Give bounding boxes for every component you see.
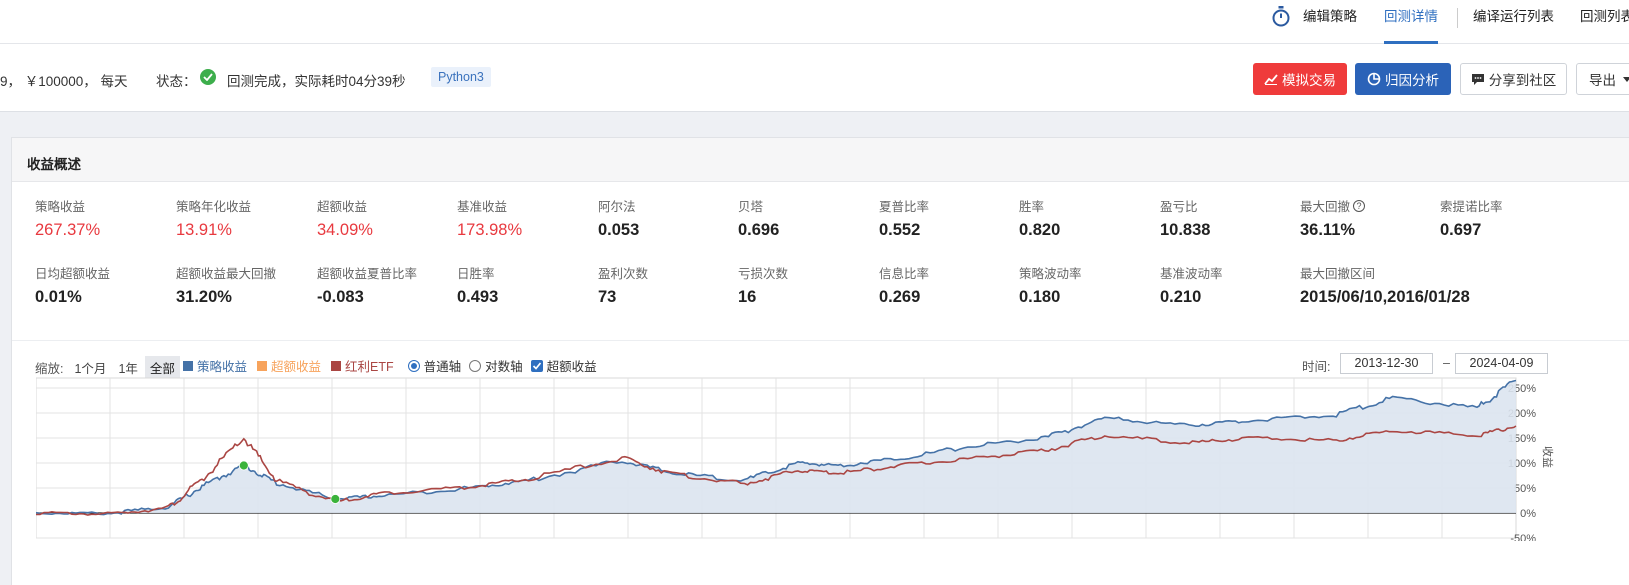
caret-down-icon [1623,76,1629,82]
tab-compile-run-list[interactable]: 编译运行列表 [1473,0,1554,44]
metric-profit-count: 盈利次数 73 [598,267,649,306]
trend-chart-icon [1264,74,1278,85]
metric-win-rate: 胜率 0.820 [1019,200,1061,239]
metric-sharpe: 夏普比率 0.552 [879,200,930,239]
status-label: 状态： [156,74,197,89]
status-text: 回测完成，实际耗时04分39秒 [227,74,406,89]
date-range-dash: – [1443,356,1450,370]
return-chart: 250%200%150%100%50%0%-50%收益 [36,377,1555,541]
panel-title: 收益概述 [27,157,81,172]
axis-log-radio[interactable]: 对数轴 [469,356,523,375]
metric-sortino: 索提诺比率 0.697 [1440,200,1503,239]
metric-strategy-volatility: 策略波动率 0.180 [1019,267,1082,306]
attribution-button[interactable]: 归因分析 [1355,63,1451,95]
metric-benchmark-return: 基准收益 173.98% [457,200,523,239]
metric-strategy-return: 策略收益 267.37% [35,200,101,239]
language-badge: Python3 [431,67,491,87]
pie-chart-icon [1367,72,1381,86]
backtest-info-bar: 9， ￥100000， 每天 状态： 回测完成，实际耗时04分39秒 Pytho… [0,44,1629,112]
metric-max-drawdown: 最大回撤? 36.11% [1300,196,1440,240]
time-label: 时间: [1302,360,1331,374]
date-to-input[interactable]: 2024-04-09 [1455,353,1548,374]
metric-alpha: 阿尔法 0.053 [598,200,640,239]
share-button[interactable]: 分享到社区 [1460,63,1567,95]
panel-header: 收益概述 [12,138,1629,182]
stopwatch-icon [1272,6,1290,27]
comment-icon [1471,73,1484,85]
top-nav: 编辑策略 回测详情 编译运行列表 回测列表 [0,0,1629,44]
metric-daily-win-rate: 日胜率 0.493 [457,267,499,306]
check-circle-icon [200,69,216,85]
tab-separator [1457,8,1458,28]
sim-trade-label: 模拟交易 [1282,73,1336,88]
attribution-label: 归因分析 [1385,73,1439,88]
legend-excess-return[interactable]: 超额收益 [257,356,321,375]
metric-loss-count: 亏损次数 16 [738,267,789,306]
metric-excess-max-drawdown: 超额收益最大回撤 31.20% [176,267,277,306]
date-from-input[interactable]: 2013-12-30 [1340,353,1433,374]
metric-excess-return: 超额收益 34.09% [317,200,373,239]
sim-trade-button[interactable]: 模拟交易 [1253,63,1347,95]
tab-edit-strategy[interactable]: 编辑策略 [1303,0,1357,44]
metric-annual-return: 策略年化收益 13.91% [176,200,252,239]
y-axis-label: 收益 [1541,446,1555,468]
drawdown-marker [238,460,249,471]
axis-normal-radio[interactable]: 普通轴 [407,356,461,375]
metric-profit-loss-ratio: 盈亏比 10.838 [1160,200,1211,239]
legend-dividend-etf[interactable]: 红利ETF [331,356,394,375]
y-tick-label: -50% [1510,533,1536,541]
drawdown-marker [330,494,341,504]
metric-benchmark-volatility: 基准波动率 0.210 [1160,267,1223,306]
legend-strategy-return[interactable]: 策略收益 [183,356,247,375]
metric-max-drawdown-range: 最大回撤区间 2015/06/10,2016/01/28 [1300,267,1470,306]
zoom-label: 缩放: [35,362,64,376]
excess-return-checkbox[interactable]: 超额收益 [530,356,597,375]
export-label: 导出 [1589,73,1616,88]
y-tick-label: 50% [1514,483,1536,495]
metric-info-ratio: 信息比率 0.269 [879,267,930,306]
metric-excess-sharpe: 超额收益夏普比率 -0.083 [317,267,418,306]
return-summary-panel: 收益概述 策略收益 267.37% 策略年化收益 13.91% 超额收益 34.09%… [11,137,1629,585]
export-dropdown[interactable]: 导出 [1576,63,1629,95]
section-divider [12,340,1629,341]
metric-daily-excess: 日均超额收益 0.01% [35,267,111,306]
chart-legend: 策略收益 超额收益 红利ETF 普通轴 对数轴 超额收益 [183,356,597,375]
tab-backtest-list[interactable]: 回测列表 [1580,0,1629,44]
share-label: 分享到社区 [1488,73,1557,88]
metric-beta: 贝塔 0.696 [738,200,780,239]
y-tick-label: 0% [1520,508,1536,520]
help-icon[interactable]: ? [1353,199,1366,212]
backtest-params: 9， ￥100000， 每天 [0,74,128,89]
tab-backtest-detail[interactable]: 回测详情 [1384,0,1438,44]
